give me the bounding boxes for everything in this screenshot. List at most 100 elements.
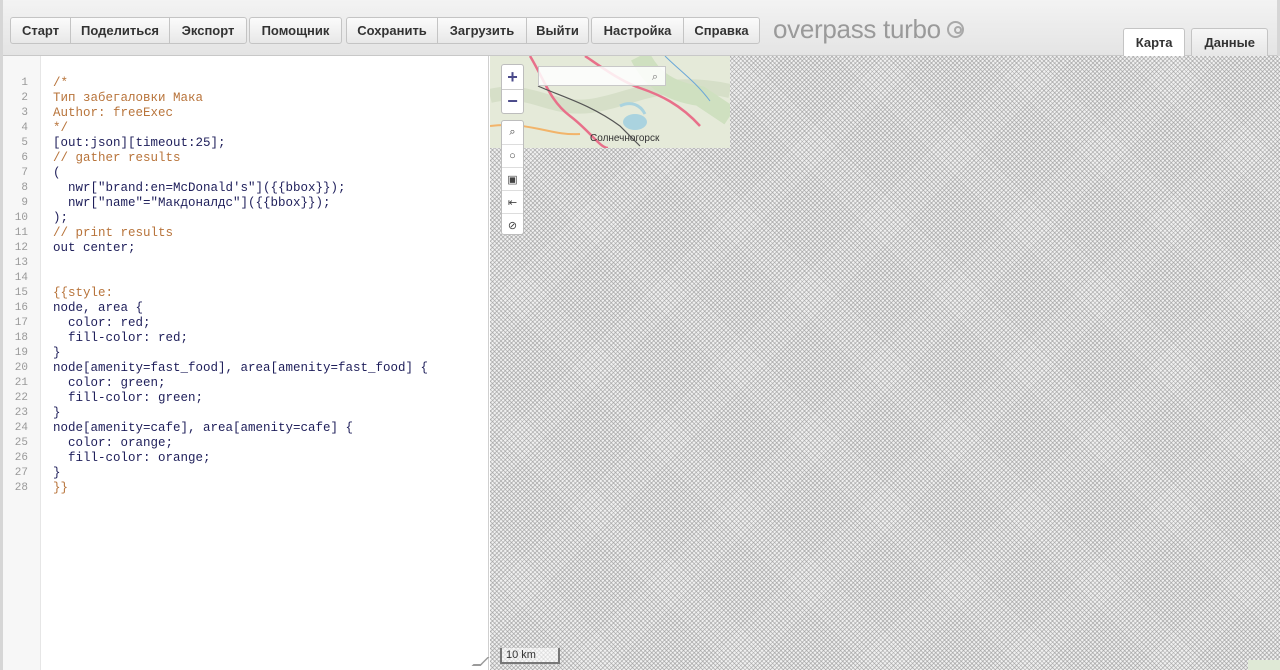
code-line[interactable]: 7( <box>3 166 488 181</box>
line-text: nwr["name"="Макдоналдс"]({{bbox}}); <box>53 196 331 210</box>
code-line[interactable]: 4 */ <box>3 121 488 136</box>
line-number: 7 <box>21 167 28 179</box>
line-text: ( <box>53 166 61 180</box>
code-line[interactable]: 15 {{style: <box>3 286 488 301</box>
line-text: // print results <box>53 226 174 240</box>
code-line[interactable]: 23} <box>3 406 488 421</box>
line-text: [out:json][timeout:25]; <box>53 136 226 150</box>
save-button[interactable]: Сохранить <box>347 18 438 43</box>
line-text: color: green; <box>53 376 166 390</box>
wizard-button-group: Помощник <box>249 17 342 44</box>
map-attribution <box>1248 660 1280 670</box>
query-editor[interactable]: 1 /* 2 Тип забегаловки Мака 3 Author: freeExe… <box>3 56 490 670</box>
map-place-label: Солнечногорск <box>590 133 660 144</box>
code-line[interactable]: 20 node[amenity=fast_food], area[amenity=… <box>3 361 488 376</box>
line-number: 10 <box>14 212 28 224</box>
settings-button[interactable]: Настройка <box>592 18 684 43</box>
code-area[interactable]: 1 /* 2 Тип забегаловки Мака 3 Author: freeExe… <box>3 76 488 496</box>
code-line[interactable]: 9 nwr["name"="Макдоналдс"]({{bbox}}); <box>3 196 488 211</box>
code-line[interactable]: 16 node, area { <box>3 301 488 316</box>
code-line[interactable]: 3 Author: freeExec <box>3 106 488 121</box>
line-text: color: orange; <box>53 436 174 450</box>
line-number: 14 <box>14 272 28 284</box>
load-button[interactable]: Загрузить <box>438 18 527 43</box>
code-line[interactable]: 17 color: red; <box>3 316 488 331</box>
line-number: 8 <box>21 182 28 194</box>
code-line[interactable]: 22 fill-color: green; <box>3 391 488 406</box>
code-line[interactable]: 5 [out:json][timeout:25]; <box>3 136 488 151</box>
line-text: {{style: <box>53 286 114 300</box>
line-number: 26 <box>14 452 28 464</box>
line-text: fill-color: red; <box>53 331 189 345</box>
zoom-out-button[interactable]: − <box>502 89 523 113</box>
steering-wheel-icon <box>946 21 964 38</box>
line-text: fill-color: green; <box>53 391 204 405</box>
code-line[interactable]: 14 <box>3 271 488 286</box>
search-icon[interactable]: ⌕ <box>648 70 662 84</box>
zoom-control: + − <box>501 64 524 114</box>
line-number: 27 <box>14 467 28 479</box>
line-text: node[amenity=cafe], area[amenity=cafe] { <box>53 421 354 435</box>
code-line[interactable]: 10); <box>3 211 488 226</box>
line-text: */ <box>53 121 69 135</box>
code-line[interactable]: 27} <box>3 466 488 481</box>
line-text: color: red; <box>53 316 151 330</box>
line-number: 19 <box>14 347 28 359</box>
code-line[interactable]: 13 <box>3 256 488 271</box>
line-number: 16 <box>14 302 28 314</box>
zoom-to-data-icon[interactable]: ⌕ <box>502 121 523 144</box>
hide-data-icon[interactable]: ⊘ <box>502 213 523 236</box>
code-line[interactable]: 25 color: orange; <box>3 436 488 451</box>
map-view[interactable]: Солнечногорск ⌕ + − ⌕ ○ ▣ ⇤ ⊘ 10 km <box>490 56 1280 670</box>
code-line[interactable]: 26 fill-color: orange; <box>3 451 488 466</box>
code-line[interactable]: 2 Тип забегаловки Мака <box>3 91 488 106</box>
toggle-sidebar-icon[interactable]: ⇤ <box>502 190 523 213</box>
share-button[interactable]: Поделиться <box>71 18 170 43</box>
view-tabs: Карта Данные <box>1122 28 1268 56</box>
line-number: 9 <box>21 197 28 209</box>
code-line[interactable]: 1 /* <box>3 76 488 91</box>
code-line[interactable]: 19} <box>3 346 488 361</box>
line-number: 15 <box>14 287 28 299</box>
help-button[interactable]: Справка <box>684 18 759 43</box>
line-text: }} <box>53 481 69 495</box>
save-button-group: Сохранить Загрузить Выйти <box>346 17 589 44</box>
line-text: // gather results <box>53 151 181 165</box>
fullscreen-map-icon[interactable]: ▣ <box>502 167 523 190</box>
locate-icon[interactable]: ○ <box>502 144 523 167</box>
code-line[interactable]: 21 color: green; <box>3 376 488 391</box>
export-button[interactable]: Экспорт <box>170 18 246 43</box>
wizard-button[interactable]: Помощник <box>250 18 341 43</box>
line-number: 6 <box>21 152 28 164</box>
line-text: node, area { <box>53 301 144 315</box>
line-number: 3 <box>21 107 28 119</box>
code-line[interactable]: 11 // print results <box>3 226 488 241</box>
line-text: fill-color: orange; <box>53 451 211 465</box>
code-line[interactable]: 28}} <box>3 481 488 496</box>
tab-map[interactable]: Карта <box>1122 28 1186 56</box>
zoom-in-button[interactable]: + <box>502 65 523 89</box>
line-text: Author: freeExec <box>53 106 174 120</box>
resize-handle-icon[interactable] <box>471 657 490 666</box>
line-text: } <box>53 466 61 480</box>
code-line[interactable]: 6 // gather results <box>3 151 488 166</box>
logout-button[interactable]: Выйти <box>527 18 588 43</box>
code-line[interactable]: 18 fill-color: red; <box>3 331 488 346</box>
line-number: 13 <box>14 257 28 269</box>
code-line[interactable]: 24 node[amenity=cafe], area[amenity=cafe]… <box>3 421 488 436</box>
line-number: 12 <box>14 242 28 254</box>
map-tools: ⌕ ○ ▣ ⇤ ⊘ <box>501 120 524 235</box>
brand-text: overpass turbo <box>773 14 941 44</box>
line-number: 4 <box>21 122 28 134</box>
line-text: out center; <box>53 241 136 255</box>
settings-button-group: Настройка Справка <box>591 17 760 44</box>
code-line[interactable]: 8 nwr["brand:en=McDonald's"]({{bbox}}); <box>3 181 488 196</box>
start-button[interactable]: Старт <box>11 18 71 43</box>
line-number: 24 <box>14 422 28 434</box>
tab-data[interactable]: Данные <box>1191 28 1268 56</box>
map-search-input[interactable] <box>539 68 665 86</box>
line-number: 28 <box>14 482 28 494</box>
map-search-box[interactable]: ⌕ <box>538 66 666 86</box>
line-number: 23 <box>14 407 28 419</box>
code-line[interactable]: 12 out center; <box>3 241 488 256</box>
